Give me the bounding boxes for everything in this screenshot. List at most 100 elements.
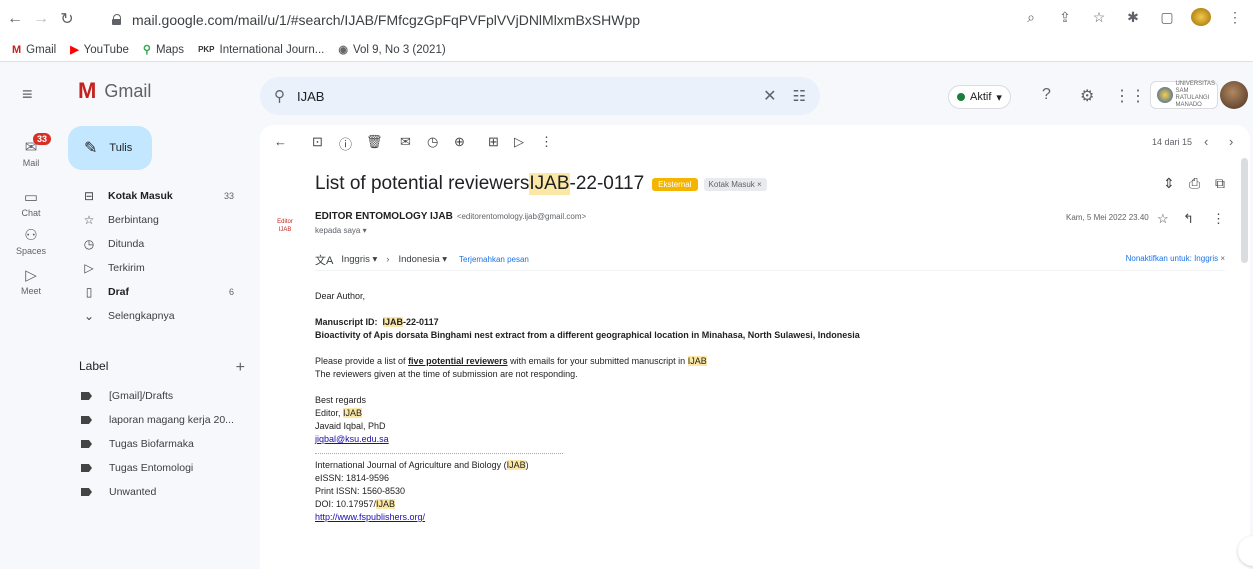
label-item[interactable]: Unwanted bbox=[78, 482, 258, 502]
manuscript-id-line: Manuscript ID: IJAB-22-0117 bbox=[315, 317, 439, 327]
compose-button[interactable]: ✎ Tulis bbox=[68, 126, 152, 170]
rail-chat[interactable]: ▭ Chat bbox=[0, 188, 62, 218]
sender-name[interactable]: EDITOR ENTOMOLOGY IJAB bbox=[315, 211, 453, 222]
status-dropdown[interactable]: Aktif ▾ bbox=[948, 85, 1011, 109]
add-label-icon[interactable]: + bbox=[236, 359, 245, 377]
arrow-right-icon: › bbox=[386, 254, 390, 265]
main-menu-icon[interactable]: ≡ bbox=[22, 84, 33, 105]
forward-arrow-icon[interactable]: → bbox=[30, 8, 52, 30]
disable-translation-link[interactable]: Nonaktifkan untuk: Inggris × bbox=[1126, 254, 1225, 263]
add-task-icon[interactable]: ⊕ bbox=[454, 134, 465, 150]
email-subject: List of potential reviewers IJAB -22-0117… bbox=[315, 173, 767, 195]
message-toolbar: ← ⊡ ⓘ 🗑 ✉ ◷ ⊕ ⊞ ▷ ⋮ 14 dari 15 ‹ › bbox=[260, 125, 1250, 161]
older-chevron-icon[interactable]: › bbox=[1229, 134, 1233, 149]
label-item[interactable]: Tugas Biofarmaka bbox=[78, 434, 258, 454]
label-item[interactable]: laporan magang kerja 20... bbox=[78, 410, 258, 430]
nav-drafts[interactable]: ▯ Draf 6 bbox=[66, 282, 256, 302]
delete-icon[interactable]: 🗑 bbox=[366, 134, 383, 150]
pencil-icon: ✎ bbox=[84, 140, 98, 157]
bookmark-star-icon[interactable]: ☆ bbox=[1089, 9, 1109, 26]
extensions-icon[interactable]: ✱ bbox=[1123, 9, 1143, 26]
rail-meet[interactable]: ▷ Meet bbox=[0, 266, 62, 296]
browser-menu-icon[interactable]: ⋮ bbox=[1225, 9, 1245, 26]
snooze-icon[interactable]: ◷ bbox=[427, 134, 438, 150]
label-tag-icon bbox=[81, 488, 92, 496]
search-icon[interactable]: ⚲ bbox=[274, 87, 285, 105]
reload-icon[interactable]: ↻ bbox=[56, 8, 78, 30]
account-avatar[interactable] bbox=[1220, 81, 1248, 109]
chevron-down-icon: ▾ bbox=[996, 91, 1002, 104]
organization-badge[interactable]: UNIVERSITAS SAM RATULANGI MANADO bbox=[1150, 81, 1218, 109]
nav-starred[interactable]: ☆ Berbintang bbox=[66, 210, 256, 230]
back-to-list-icon[interactable]: ← bbox=[274, 134, 287, 149]
video-camera-icon: ▷ bbox=[25, 267, 37, 284]
apps-grid-icon[interactable]: ⋮⋮ bbox=[1114, 86, 1146, 106]
browser-actions: ⌕ ⇪ ☆ ✱ ▢ ⋮ bbox=[1021, 8, 1245, 26]
zoom-icon[interactable]: ⌕ bbox=[1021, 9, 1041, 26]
translate-icon: 文A bbox=[315, 254, 334, 267]
url-text: mail.google.com/mail/u/1/#search/IJAB/FM… bbox=[132, 11, 641, 28]
manuscript-title: Bioactivity of Apis dorsata Binghami nes… bbox=[315, 330, 860, 340]
sender-avatar: Editor IJAB bbox=[277, 219, 293, 233]
search-options-icon[interactable]: ☷ bbox=[793, 87, 806, 105]
source-language-select[interactable]: Inggris ▾ bbox=[341, 254, 377, 265]
mark-unread-icon[interactable]: ✉ bbox=[400, 134, 411, 150]
sender-email: <editorentomology.ijab@gmail.com> bbox=[456, 212, 587, 221]
more-vert-icon[interactable]: ⋮ bbox=[1212, 211, 1225, 227]
labels-header: Label + bbox=[79, 359, 245, 377]
archive-icon[interactable]: ⊡ bbox=[312, 134, 323, 150]
label-item[interactable]: [Gmail]/Drafts bbox=[78, 386, 258, 406]
star-icon[interactable]: ☆ bbox=[1157, 211, 1169, 227]
bookmark-youtube[interactable]: ▶ YouTube bbox=[70, 43, 129, 57]
expand-all-icon[interactable]: ⇕ bbox=[1163, 175, 1175, 192]
scrollbar[interactable] bbox=[1241, 158, 1248, 263]
journal-website-link[interactable]: http://www.fspublishers.org/ bbox=[315, 511, 1195, 524]
inbox-icon: ⊟ bbox=[83, 189, 95, 203]
chat-icon: ▭ bbox=[23, 189, 39, 206]
lock-icon bbox=[112, 14, 122, 25]
close-icon[interactable]: × bbox=[1220, 254, 1225, 263]
gmail-logo[interactable]: M Gmail bbox=[78, 80, 151, 102]
translate-message-link[interactable]: Terjemahkan pesan bbox=[459, 255, 529, 264]
newer-chevron-icon[interactable]: ‹ bbox=[1204, 134, 1208, 149]
sidepanel-icon[interactable]: ▢ bbox=[1157, 9, 1177, 26]
nav-sent[interactable]: ▷ Terkirim bbox=[66, 258, 256, 278]
nav-more[interactable]: ⌄ Selengkapnya bbox=[66, 306, 256, 326]
signature-divider bbox=[315, 453, 563, 454]
share-icon[interactable]: ⇪ bbox=[1055, 9, 1075, 26]
app-rail: ✉ 33 Mail ▭ Chat ⚇ Spaces ▷ Meet bbox=[0, 62, 62, 569]
open-new-window-icon[interactable]: ⧉ bbox=[1215, 175, 1225, 192]
mail-folders: ⊟ Kotak Masuk 33 ☆ Berbintang ◷ Ditunda ▷ Ter… bbox=[66, 186, 256, 330]
bookmark-journal[interactable]: PKP International Journ... bbox=[198, 44, 324, 56]
label-item[interactable]: Tugas Entomologi bbox=[78, 458, 258, 478]
print-icon[interactable]: ⎙ bbox=[1189, 175, 1200, 192]
report-spam-icon[interactable]: ⓘ bbox=[339, 134, 352, 153]
editor-email-link[interactable]: jiqbal@ksu.edu.sa bbox=[315, 433, 1195, 446]
search-input[interactable]: IJAB bbox=[297, 89, 763, 104]
label-icon[interactable]: ▷ bbox=[514, 134, 524, 150]
search-bar[interactable]: ⚲ IJAB ✕ ☷ bbox=[260, 77, 820, 115]
message-view: ← ⊡ ⓘ 🗑 ✉ ◷ ⊕ ⊞ ▷ ⋮ 14 dari 15 ‹ › List … bbox=[260, 125, 1250, 569]
help-icon[interactable]: ? bbox=[1042, 86, 1051, 104]
move-to-icon[interactable]: ⊞ bbox=[488, 134, 499, 150]
bookmark-gmail[interactable]: M Gmail bbox=[12, 44, 56, 56]
bookmark-vol[interactable]: ◉ Vol 9, No 3 (2021) bbox=[338, 43, 445, 57]
reply-icon[interactable]: ↰ bbox=[1183, 211, 1194, 227]
browser-toolbar: ← → ↻ mail.google.com/mail/u/1/#search/I… bbox=[0, 0, 1253, 38]
target-language-select[interactable]: Indonesia ▾ bbox=[398, 254, 447, 265]
nav-snoozed[interactable]: ◷ Ditunda bbox=[66, 234, 256, 254]
profile-icon[interactable] bbox=[1191, 8, 1211, 26]
inbox-label-chip[interactable]: Kotak Masuk × bbox=[703, 177, 767, 191]
rail-mail[interactable]: ✉ 33 Mail bbox=[0, 133, 62, 168]
label-tag-icon bbox=[81, 464, 92, 472]
address-bar[interactable]: mail.google.com/mail/u/1/#search/IJAB/FM… bbox=[98, 6, 1173, 33]
settings-gear-icon[interactable]: ⚙ bbox=[1080, 86, 1094, 106]
nav-inbox[interactable]: ⊟ Kotak Masuk 33 bbox=[66, 186, 256, 206]
bookmark-maps[interactable]: ⚲ Maps bbox=[143, 43, 184, 57]
clear-search-icon[interactable]: ✕ bbox=[763, 86, 776, 106]
more-options-icon[interactable]: ⋮ bbox=[540, 134, 553, 150]
chevron-down-icon: ⌄ bbox=[83, 309, 95, 323]
rail-spaces[interactable]: ⚇ Spaces bbox=[0, 226, 62, 256]
back-arrow-icon[interactable]: ← bbox=[4, 8, 26, 30]
recipient-details[interactable]: kepada saya ▾ bbox=[315, 226, 367, 235]
